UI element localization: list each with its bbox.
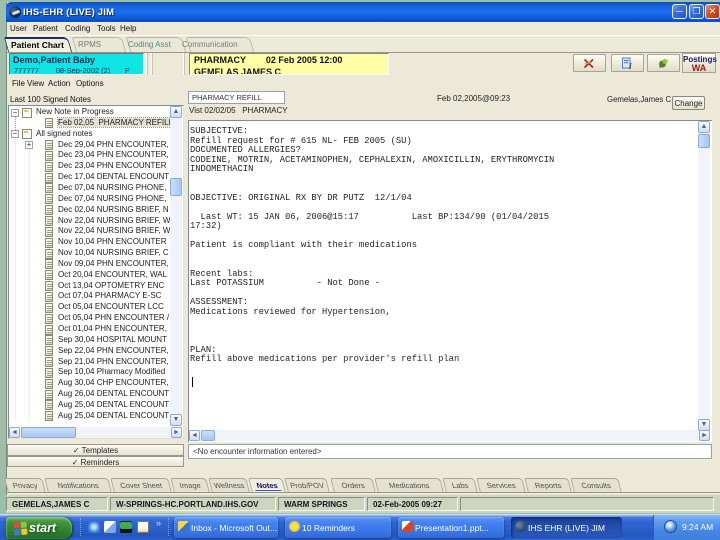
svg-text:i: i (629, 61, 632, 70)
